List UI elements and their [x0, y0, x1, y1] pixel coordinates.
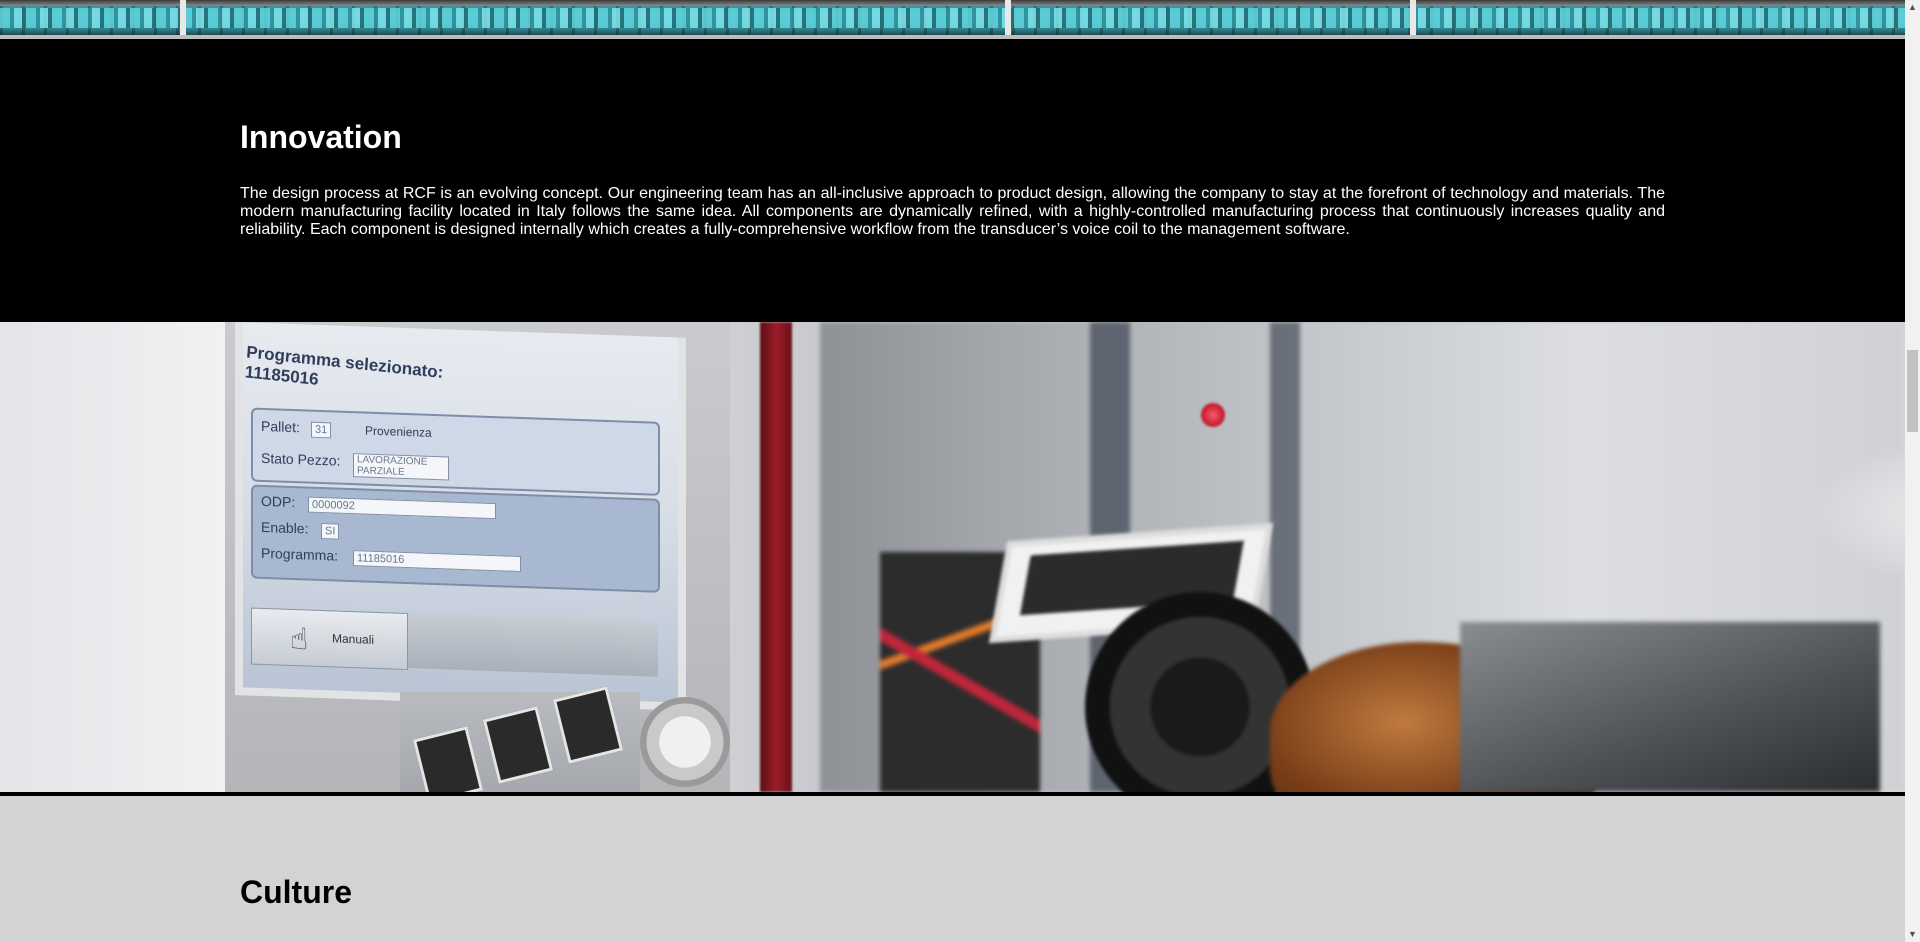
page: Innovation The design process at RCF is … [0, 0, 1905, 942]
programma-label: Programma: [261, 544, 339, 564]
screen-function-bar [408, 613, 658, 677]
scroll-up-icon[interactable]: ▲ [1905, 0, 1920, 15]
odp-value: 0000092 [308, 496, 496, 520]
screen-info-box: Pallet: 31 Provenienza Stato Pezzo: LAVO… [251, 407, 660, 496]
red-pipe [760, 322, 792, 792]
factory-photo: Programma selezionato: 11185016 Pallet: … [0, 322, 1905, 792]
enable-value: SI [321, 523, 340, 540]
control-screen-display: Programma selezionato: 11185016 Pallet: … [243, 322, 678, 703]
stadium-post [1410, 0, 1416, 35]
innovation-paragraph: The design process at RCF is an evolving… [240, 185, 1665, 238]
innovation-heading: Innovation [240, 119, 402, 155]
pallet-label: Pallet: [261, 417, 300, 436]
hand-pointer-icon: ☝ [290, 622, 309, 657]
scrollbar-thumb[interactable] [1907, 350, 1918, 432]
culture-section: Culture [0, 796, 1905, 942]
screen-odp-box: ODP: 0000092 Enable: SI Programma: 11185… [251, 484, 660, 593]
scroll-down-icon[interactable]: ▼ [1905, 927, 1920, 942]
control-screen: Programma selezionato: 11185016 Pallet: … [235, 322, 686, 711]
stato-label: Stato Pezzo: [261, 449, 341, 469]
panel-labels [400, 686, 640, 792]
stadium-post [180, 0, 186, 35]
stadium-rail [0, 0, 1905, 6]
manuali-button: ☝ Manuali [251, 607, 408, 671]
culture-heading: Culture [240, 874, 352, 910]
pallet-value: 31 [311, 421, 332, 439]
panel-knob [640, 697, 730, 787]
provenienza-label: Provenienza [365, 423, 432, 440]
screen-title: Programma selezionato: 11185016 [244, 342, 444, 402]
panel-tag [412, 726, 484, 792]
stadium-seats [0, 8, 1905, 28]
circuit-board [1460, 622, 1880, 792]
panel-tag [482, 706, 554, 784]
manuali-label: Manuali [332, 631, 375, 647]
odp-label: ODP: [261, 492, 296, 511]
enable-label: Enable: [261, 518, 309, 537]
innovation-section: Innovation The design process at RCF is … [0, 39, 1905, 322]
programma-value: 11185016 [353, 550, 521, 572]
panel-tag [552, 686, 624, 764]
photo-wall [0, 322, 240, 792]
vertical-scrollbar[interactable]: ▲ ▼ [1905, 0, 1920, 942]
stadium-banner-image [0, 0, 1905, 35]
red-indicator-light [1200, 402, 1226, 428]
stadium-post [1005, 0, 1011, 35]
stato-value: LAVORAZIONE PARZIALE [353, 453, 449, 481]
